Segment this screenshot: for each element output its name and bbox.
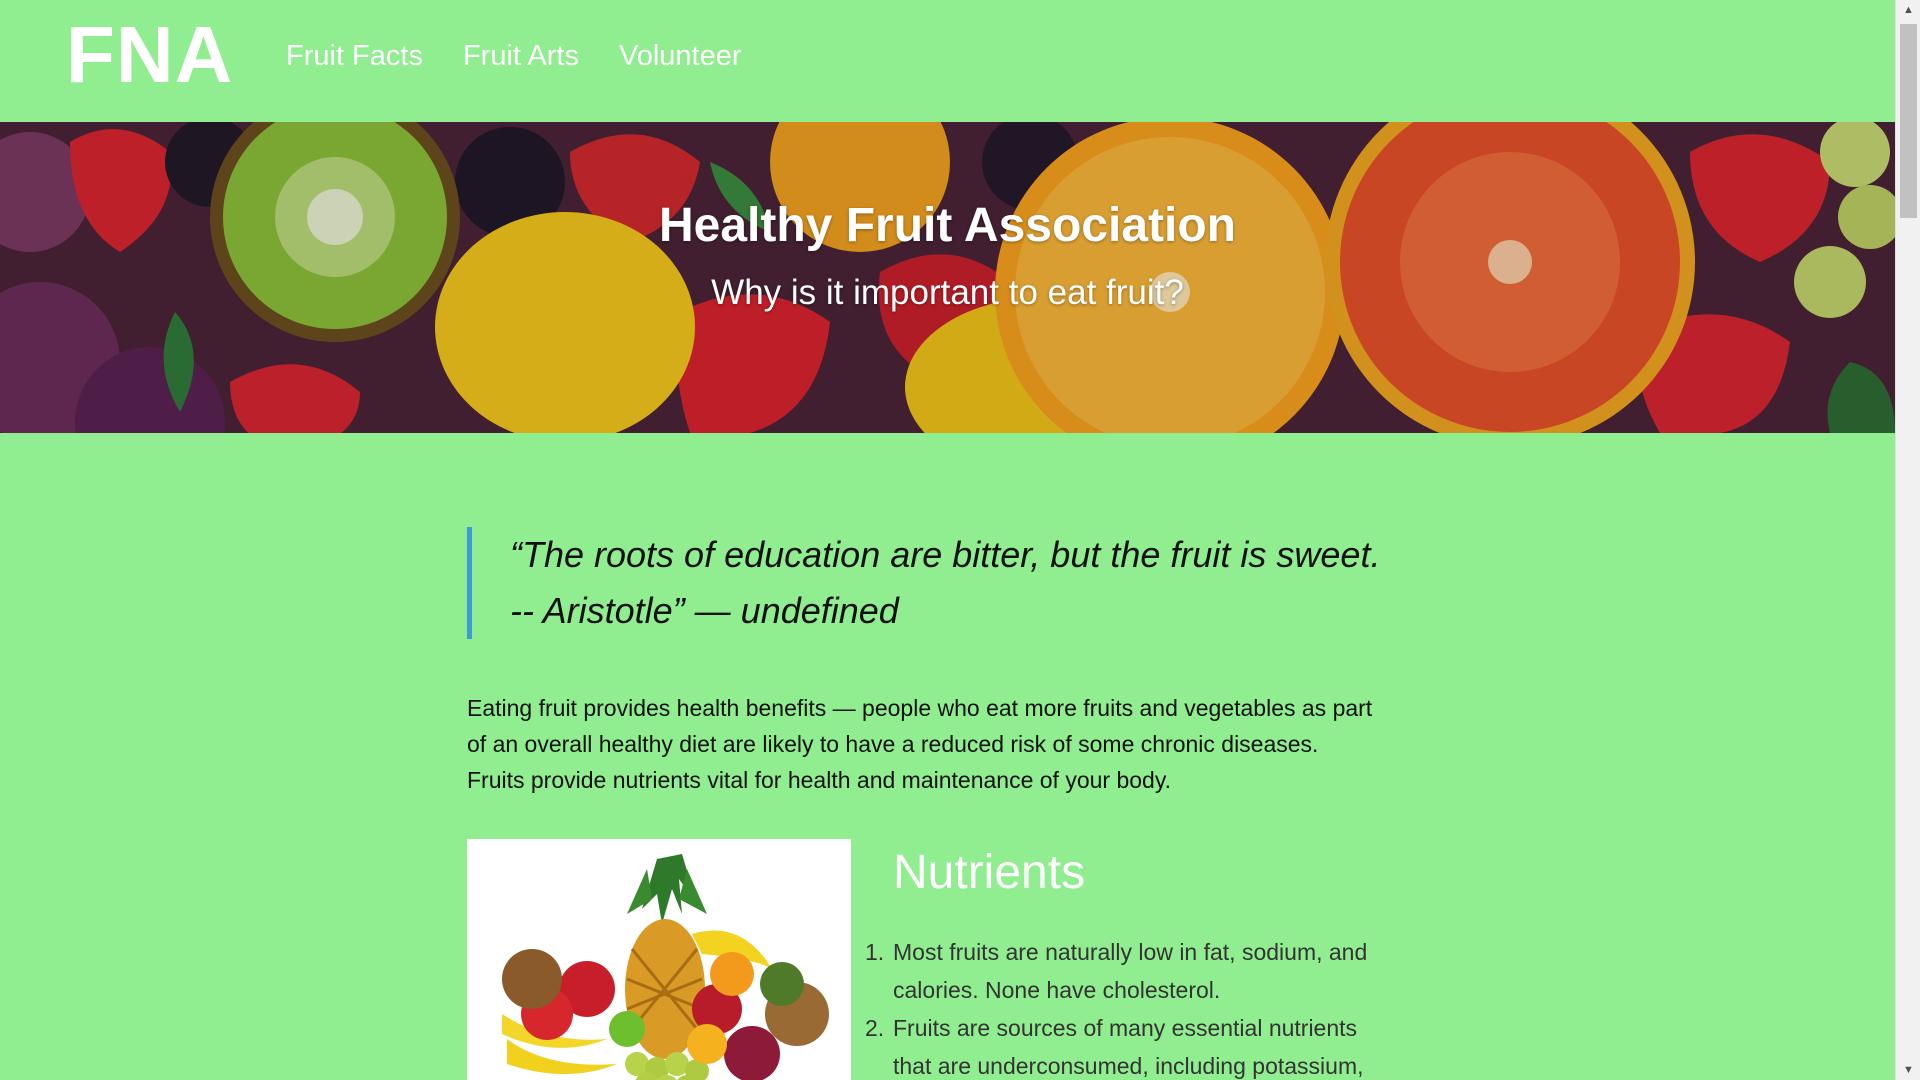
list-number: 2. (865, 1015, 885, 1041)
hero-title: Healthy Fruit Association (659, 199, 1236, 252)
nutrient-item-2-line-2: that are underconsumed, including potass… (893, 1053, 1364, 1079)
nav-link-fruit-arts[interactable]: Fruit Arts (463, 35, 579, 77)
fruit-pile-image (467, 839, 851, 1080)
nutrient-item-1: 1. Most fruits are naturally low in fat,… (865, 933, 1413, 1009)
aristotle-quote: “The roots of education are bitter, but … (467, 527, 1427, 639)
nutrient-item-1-line-2: calories. None have cholesterol. (893, 977, 1221, 1003)
scroll-down-arrow-icon[interactable]: ▼ (1896, 1060, 1920, 1080)
list-number: 1. (865, 939, 885, 965)
site-logo[interactable]: FNA (66, 10, 233, 100)
vertical-scrollbar[interactable]: ▲ ▼ (1895, 0, 1920, 1080)
scrollbar-thumb[interactable] (1900, 24, 1917, 218)
scroll-up-arrow-icon[interactable]: ▲ (1896, 0, 1920, 20)
nutrient-item-1-line-1: Most fruits are naturally low in fat, so… (893, 939, 1368, 965)
intro-line-2: of an overall healthy diet are likely to… (467, 731, 1319, 757)
fruit-pile-illustration (467, 839, 851, 1080)
nutrient-item-2: 2. Fruits are sources of many essential … (865, 1009, 1413, 1080)
intro-paragraph: Eating fruit provides health benefits — … (467, 690, 1427, 798)
nutrients-list: 1. Most fruits are naturally low in fat,… (865, 933, 1413, 1080)
main-nav: Fruit Facts Fruit Arts Volunteer (286, 35, 742, 77)
quote-line-1: “The roots of education are bitter, but … (510, 534, 1381, 575)
nav-link-volunteer[interactable]: Volunteer (619, 35, 742, 77)
intro-line-1: Eating fruit provides health benefits — … (467, 695, 1373, 721)
intro-line-3: Fruits provide nutrients vital for healt… (467, 767, 1172, 793)
nav-link-fruit-facts[interactable]: Fruit Facts (286, 35, 423, 77)
hero-subtitle: Why is it important to eat fruit? (711, 273, 1184, 312)
quote-line-2: -- Aristotle” — undefined (510, 590, 899, 631)
site-header: FNA Fruit Facts Fruit Arts Volunteer (0, 0, 1895, 122)
nutrient-item-2-line-1: Fruits are sources of many essential nut… (893, 1015, 1358, 1041)
main-content: “The roots of education are bitter, but … (467, 527, 1427, 1080)
hero-banner: Healthy Fruit Association Why is it impo… (0, 122, 1895, 433)
nutrients-heading: Nutrients (893, 846, 1086, 899)
